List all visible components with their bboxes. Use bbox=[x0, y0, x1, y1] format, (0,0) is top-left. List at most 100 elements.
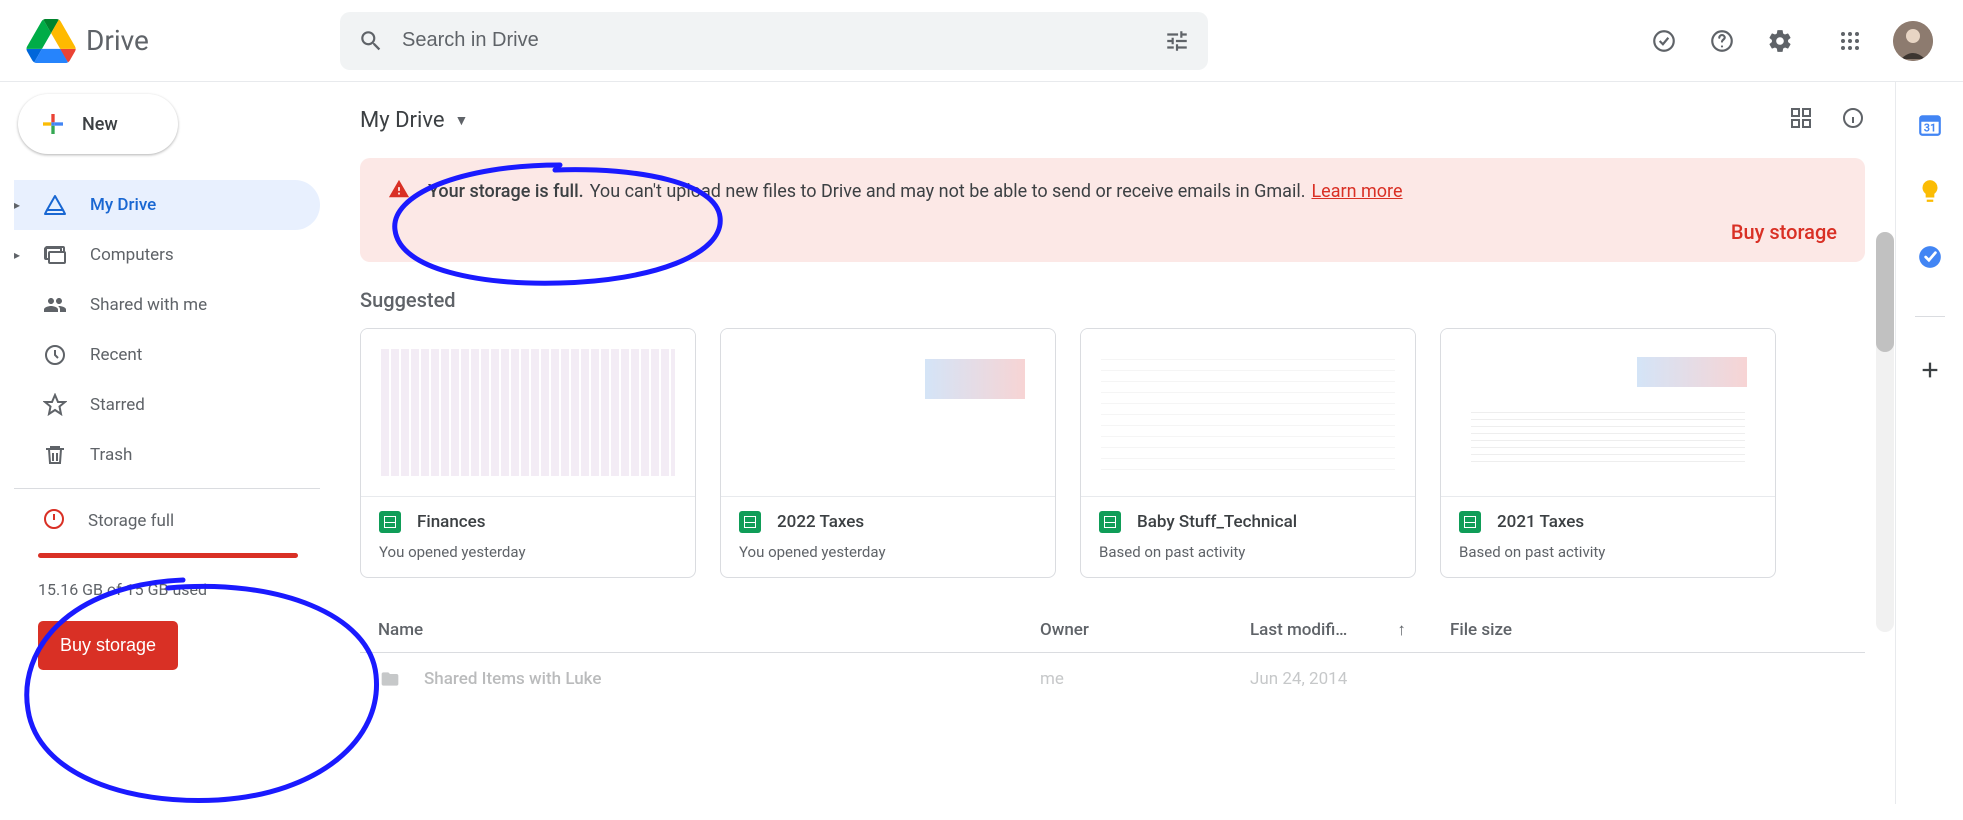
sidebar-item-label: Shared with me bbox=[90, 295, 207, 315]
sidebar-item-computers[interactable]: ▸ Computers bbox=[14, 230, 320, 280]
file-table: Name Owner Last modifi…↑ File size Share… bbox=[360, 608, 1865, 705]
star-icon bbox=[42, 392, 68, 418]
suggested-card[interactable]: Baby Stuff_Technical Based on past activ… bbox=[1080, 328, 1416, 578]
banner-buy-storage-link[interactable]: Buy storage bbox=[388, 220, 1837, 244]
recent-icon bbox=[42, 342, 68, 368]
card-subtitle: Based on past activity bbox=[1099, 543, 1397, 561]
trash-icon bbox=[42, 442, 68, 468]
sidebar-item-my-drive[interactable]: ▸ My Drive bbox=[14, 180, 320, 230]
view-controls bbox=[1789, 106, 1865, 134]
sheets-icon bbox=[1099, 511, 1121, 533]
sidebar-item-recent[interactable]: Recent bbox=[14, 330, 320, 380]
th-owner[interactable]: Owner bbox=[1040, 620, 1250, 640]
add-addon-icon[interactable] bbox=[1917, 357, 1943, 383]
th-modified[interactable]: Last modifi…↑ bbox=[1250, 620, 1450, 640]
table-row[interactable]: Shared Items with Luke me Jun 24, 2014 bbox=[360, 653, 1865, 705]
sidebar-item-trash[interactable]: Trash bbox=[14, 430, 320, 480]
table-header: Name Owner Last modifi…↑ File size bbox=[360, 608, 1865, 653]
storage-label: Storage full bbox=[88, 511, 174, 531]
app-name: Drive bbox=[86, 24, 149, 57]
card-title: 2021 Taxes bbox=[1497, 512, 1584, 532]
suggested-card[interactable]: Finances You opened yesterday bbox=[360, 328, 696, 578]
sidebar-nav: ▸ My Drive ▸ Computers Shared with me Re… bbox=[14, 180, 340, 497]
storage-status[interactable]: Storage full bbox=[38, 507, 316, 535]
shared-icon bbox=[42, 292, 68, 318]
drive-logo-icon bbox=[26, 19, 76, 63]
search-bar[interactable] bbox=[340, 12, 1208, 70]
card-title: Finances bbox=[417, 512, 486, 532]
storage-used-text: 15.16 GB of 15 GB used bbox=[38, 580, 316, 599]
folder-icon bbox=[378, 669, 402, 689]
chevron-down-icon: ▼ bbox=[455, 112, 469, 129]
sort-arrow-up-icon: ↑ bbox=[1397, 620, 1406, 640]
computers-icon bbox=[42, 242, 68, 268]
sheets-icon bbox=[739, 511, 761, 533]
info-icon[interactable] bbox=[1841, 106, 1865, 134]
sheets-icon bbox=[379, 511, 401, 533]
learn-more-link[interactable]: Learn more bbox=[1311, 181, 1402, 202]
suggested-title: Suggested bbox=[360, 288, 1865, 312]
card-thumbnail bbox=[1441, 329, 1775, 497]
suggested-card[interactable]: 2022 Taxes You opened yesterday bbox=[720, 328, 1056, 578]
sidebar: New ▸ My Drive ▸ Computers Shared with m… bbox=[0, 82, 340, 804]
breadcrumb-title: My Drive bbox=[360, 108, 445, 133]
card-thumbnail bbox=[1081, 329, 1415, 497]
file-name: Shared Items with Luke bbox=[424, 669, 601, 689]
ready-offline-icon[interactable] bbox=[1649, 26, 1679, 56]
sidebar-item-shared[interactable]: Shared with me bbox=[14, 280, 320, 330]
sidebar-item-label: Trash bbox=[90, 445, 132, 465]
banner-text: You can't upload new files to Drive and … bbox=[590, 181, 1306, 202]
account-avatar[interactable] bbox=[1893, 21, 1933, 61]
sidebar-item-label: Recent bbox=[90, 345, 142, 365]
buy-storage-button[interactable]: Buy storage bbox=[38, 621, 178, 670]
side-panel: 31 bbox=[1895, 82, 1963, 804]
card-subtitle: You opened yesterday bbox=[379, 543, 677, 561]
help-icon[interactable] bbox=[1707, 26, 1737, 56]
storage-bar bbox=[38, 553, 298, 558]
grid-view-icon[interactable] bbox=[1789, 106, 1813, 134]
expand-icon[interactable]: ▸ bbox=[14, 248, 28, 262]
header-actions bbox=[1649, 21, 1943, 61]
warning-triangle-icon bbox=[388, 178, 410, 204]
card-title: 2022 Taxes bbox=[777, 512, 864, 532]
sidebar-item-label: Computers bbox=[90, 245, 174, 265]
sidebar-item-starred[interactable]: Starred bbox=[14, 380, 320, 430]
alert-circle-icon bbox=[42, 507, 66, 535]
svg-text:31: 31 bbox=[1923, 122, 1935, 135]
th-size[interactable]: File size bbox=[1450, 620, 1865, 640]
plus-icon bbox=[38, 109, 68, 139]
logo-area[interactable]: Drive bbox=[20, 19, 340, 63]
suggested-cards: Finances You opened yesterday 2022 Taxes… bbox=[360, 328, 1865, 578]
search-input[interactable] bbox=[402, 29, 1164, 52]
sidebar-item-label: Starred bbox=[90, 395, 145, 415]
keep-icon[interactable] bbox=[1917, 178, 1943, 204]
search-icon bbox=[358, 28, 384, 54]
divider bbox=[14, 488, 320, 489]
search-options-icon[interactable] bbox=[1164, 28, 1190, 54]
card-subtitle: Based on past activity bbox=[1459, 543, 1757, 561]
storage-section: Storage full 15.16 GB of 15 GB used Buy … bbox=[14, 497, 340, 670]
scrollbar-thumb[interactable] bbox=[1876, 232, 1894, 352]
card-thumbnail bbox=[721, 329, 1055, 497]
settings-icon[interactable] bbox=[1765, 26, 1795, 56]
sheets-icon bbox=[1459, 511, 1481, 533]
file-owner: me bbox=[1040, 669, 1250, 689]
my-drive-icon bbox=[42, 192, 68, 218]
card-thumbnail bbox=[361, 329, 695, 497]
file-modified: Jun 24, 2014 bbox=[1250, 669, 1450, 689]
th-name[interactable]: Name bbox=[360, 620, 1040, 640]
tasks-icon[interactable] bbox=[1917, 244, 1943, 270]
sidebar-item-label: My Drive bbox=[90, 195, 156, 215]
card-title: Baby Stuff_Technical bbox=[1137, 512, 1297, 532]
breadcrumb[interactable]: My Drive ▼ bbox=[360, 108, 468, 133]
calendar-icon[interactable]: 31 bbox=[1917, 112, 1943, 138]
banner-title: Your storage is full. bbox=[428, 181, 584, 202]
apps-grid-icon[interactable] bbox=[1835, 26, 1865, 56]
main-content: My Drive ▼ Your storage is full. You can… bbox=[340, 82, 1895, 804]
suggested-card[interactable]: 2021 Taxes Based on past activity bbox=[1440, 328, 1776, 578]
header: Drive bbox=[0, 0, 1963, 82]
toolbar: My Drive ▼ bbox=[360, 96, 1865, 144]
expand-icon[interactable]: ▸ bbox=[14, 198, 28, 212]
new-button[interactable]: New bbox=[18, 94, 178, 154]
divider bbox=[1915, 316, 1945, 317]
